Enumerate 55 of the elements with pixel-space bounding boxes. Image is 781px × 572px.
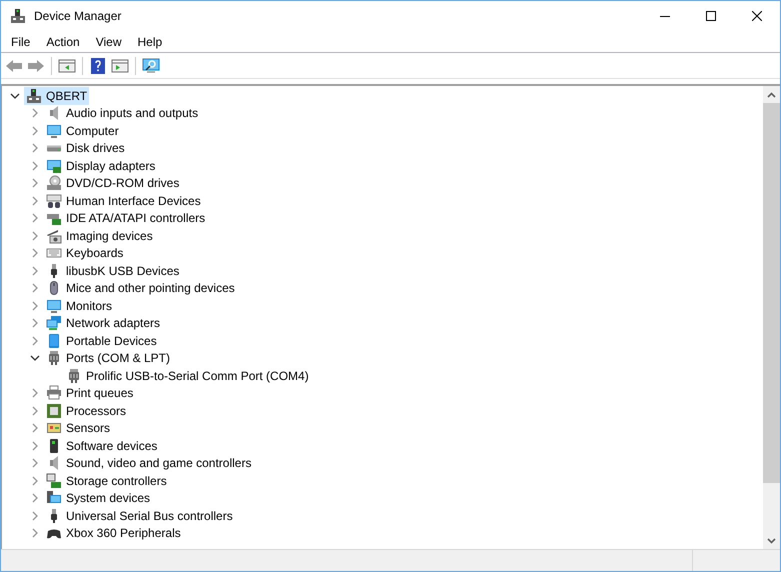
port-icon [66,368,82,384]
port-icon [46,350,62,366]
tree-item[interactable]: Mice and other pointing devices [44,280,237,297]
computer-icon [26,88,42,104]
tree-item[interactable]: Computer [44,122,121,140]
menu-item[interactable]: Action [38,32,88,50]
tree-item[interactable]: Network adapters [44,314,162,332]
close-icon [752,11,762,21]
tree-item[interactable]: Storage controllers [44,472,169,490]
cpu-icon [46,402,62,419]
tree-item[interactable]: Disk drives [44,140,127,157]
tree-item[interactable]: Xbox 360 Peripherals [44,524,183,542]
scrollbar[interactable] [763,86,780,549]
chevron-icon[interactable] [10,90,20,101]
tree-item[interactable]: Ports (COM & LPT) [44,350,172,367]
maximize-icon [706,11,716,21]
menu-item[interactable]: Help [130,32,170,50]
scroll-down-icon[interactable] [767,538,776,544]
tree-item[interactable]: IDE ATA/ATAPI controllers [44,210,208,227]
tree-item[interactable]: Monitors [44,297,114,314]
tree-item[interactable]: Imaging devices [44,227,155,244]
display-icon [46,158,62,174]
scan-monitor-icon[interactable] [141,56,161,76]
tree-item[interactable]: libusbK USB Devices [44,262,182,280]
tree-item[interactable]: Sound, video and game controllers [44,454,254,472]
printer-icon [46,385,62,402]
tree-item[interactable]: Sensors [44,420,112,437]
portable-icon [46,332,62,349]
chevron-icon[interactable] [30,353,40,364]
window-title: Device Manager [34,8,122,25]
tree-item[interactable]: Processors [44,402,128,420]
hid-icon [46,192,62,209]
tree-item[interactable]: Portable Devices [44,332,159,350]
tree-item[interactable]: System devices [44,490,152,507]
tree-item[interactable]: Keyboards [44,244,126,262]
computer-icon [10,8,26,24]
network-icon [46,315,62,332]
tree-item[interactable]: Software devices [44,437,160,454]
help-icon[interactable] [88,56,108,76]
monitor-icon [46,298,62,314]
dvd-icon [46,175,62,192]
tree-item[interactable]: Universal Serial Bus controllers [44,507,235,524]
tree-item[interactable]: QBERT [24,87,90,104]
menu-item[interactable]: View [88,32,130,50]
tree-item[interactable]: Audio inputs and outputs [44,104,200,122]
storage-icon [46,472,62,489]
tree-item[interactable]: DVD/CD-ROM drives [44,174,182,192]
tree-item[interactable]: Human Interface Devices [44,192,203,210]
tree-item[interactable]: Prolific USB-to-Serial Comm Port (COM4) [64,367,311,384]
camera-icon [46,228,62,244]
menu-item[interactable]: File [3,32,38,50]
scroll-up-icon[interactable] [767,92,776,98]
monitor-icon [46,122,62,139]
tree-item[interactable]: Print queues [44,384,136,402]
tree-item[interactable]: Display adapters [44,157,158,174]
